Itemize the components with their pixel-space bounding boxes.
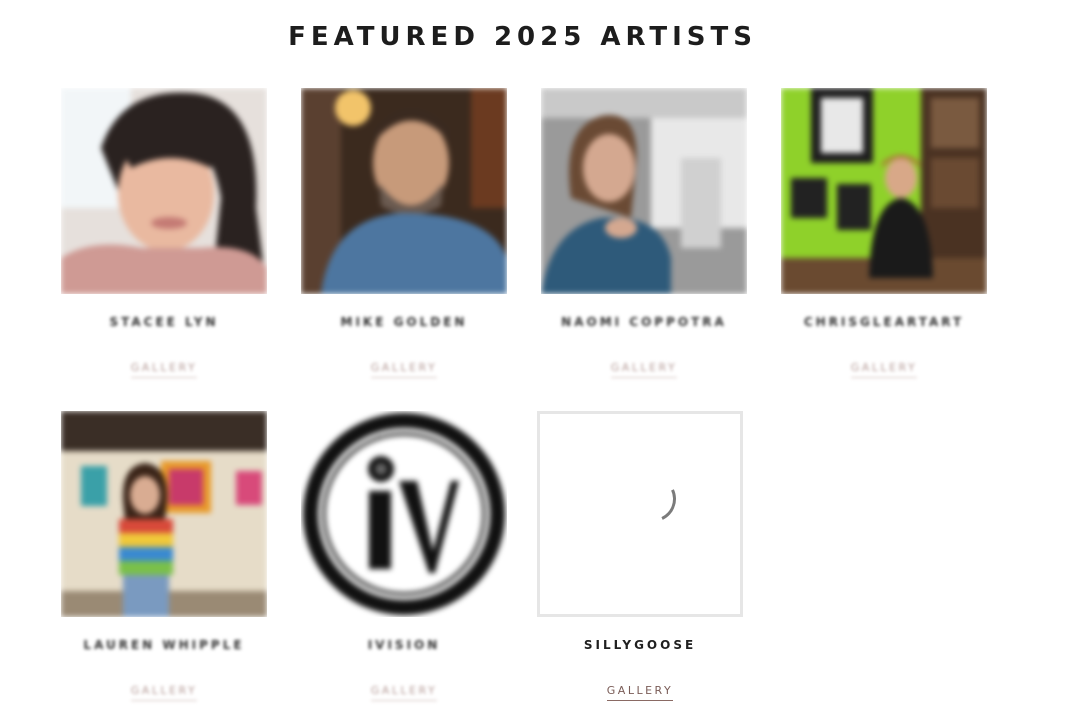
- artist-card: SILLYGOOSE GALLERY: [537, 411, 743, 701]
- portrait-woman-gallery-image: [61, 411, 267, 617]
- gallery-link[interactable]: GALLERY: [130, 361, 198, 378]
- gallery-link[interactable]: GALLERY: [130, 684, 198, 701]
- artist-photo[interactable]: [301, 88, 507, 294]
- artist-photo[interactable]: [781, 88, 987, 294]
- artist-name: NAOMI COPPOTRA: [561, 315, 727, 329]
- artist-name: SILLYGOOSE: [583, 638, 697, 652]
- gallery-link[interactable]: GALLERY: [610, 361, 678, 378]
- portrait-man-green-wall-image: [781, 88, 987, 294]
- loading-spinner-icon: [623, 469, 683, 529]
- artist-card: STACEE LYN GALLERY: [61, 88, 267, 378]
- artist-photo[interactable]: [61, 411, 267, 617]
- artist-photo[interactable]: [541, 88, 747, 294]
- artist-name: CHRISGLEARTART: [803, 315, 965, 329]
- artist-name: LAUREN WHIPPLE: [83, 638, 245, 652]
- artist-card: LAUREN WHIPPLE GALLERY: [61, 411, 267, 701]
- artist-card: CHRISGLEARTART GALLERY: [781, 88, 987, 378]
- section-title: FEATURED 2025 ARTISTS: [288, 22, 757, 52]
- gallery-link[interactable]: GALLERY: [370, 361, 438, 378]
- artist-name: MIKE GOLDEN: [340, 315, 468, 329]
- artist-card: MIKE GOLDEN GALLERY: [301, 88, 507, 378]
- portrait-woman-pink-hoodie-image: [61, 88, 267, 294]
- portrait-bearded-man-image: [301, 88, 507, 294]
- iv-logo-image: [301, 411, 507, 617]
- artist-photo[interactable]: [301, 411, 507, 617]
- portrait-woman-gray-room-image: [541, 88, 747, 294]
- artist-name: IVISION: [367, 638, 441, 652]
- gallery-link[interactable]: GALLERY: [850, 361, 918, 378]
- artist-name: STACEE LYN: [109, 315, 219, 329]
- gallery-link[interactable]: GALLERY: [370, 684, 438, 701]
- featured-artists-page: FEATURED 2025 ARTISTS STACEE LYN GALLERY: [0, 0, 1077, 713]
- artist-photo[interactable]: [61, 88, 267, 294]
- artist-card: NAOMI COPPOTRA GALLERY: [541, 88, 747, 378]
- artist-card: IVISION GALLERY: [301, 411, 507, 701]
- artist-photo-placeholder[interactable]: [537, 411, 743, 617]
- gallery-link[interactable]: GALLERY: [606, 684, 674, 701]
